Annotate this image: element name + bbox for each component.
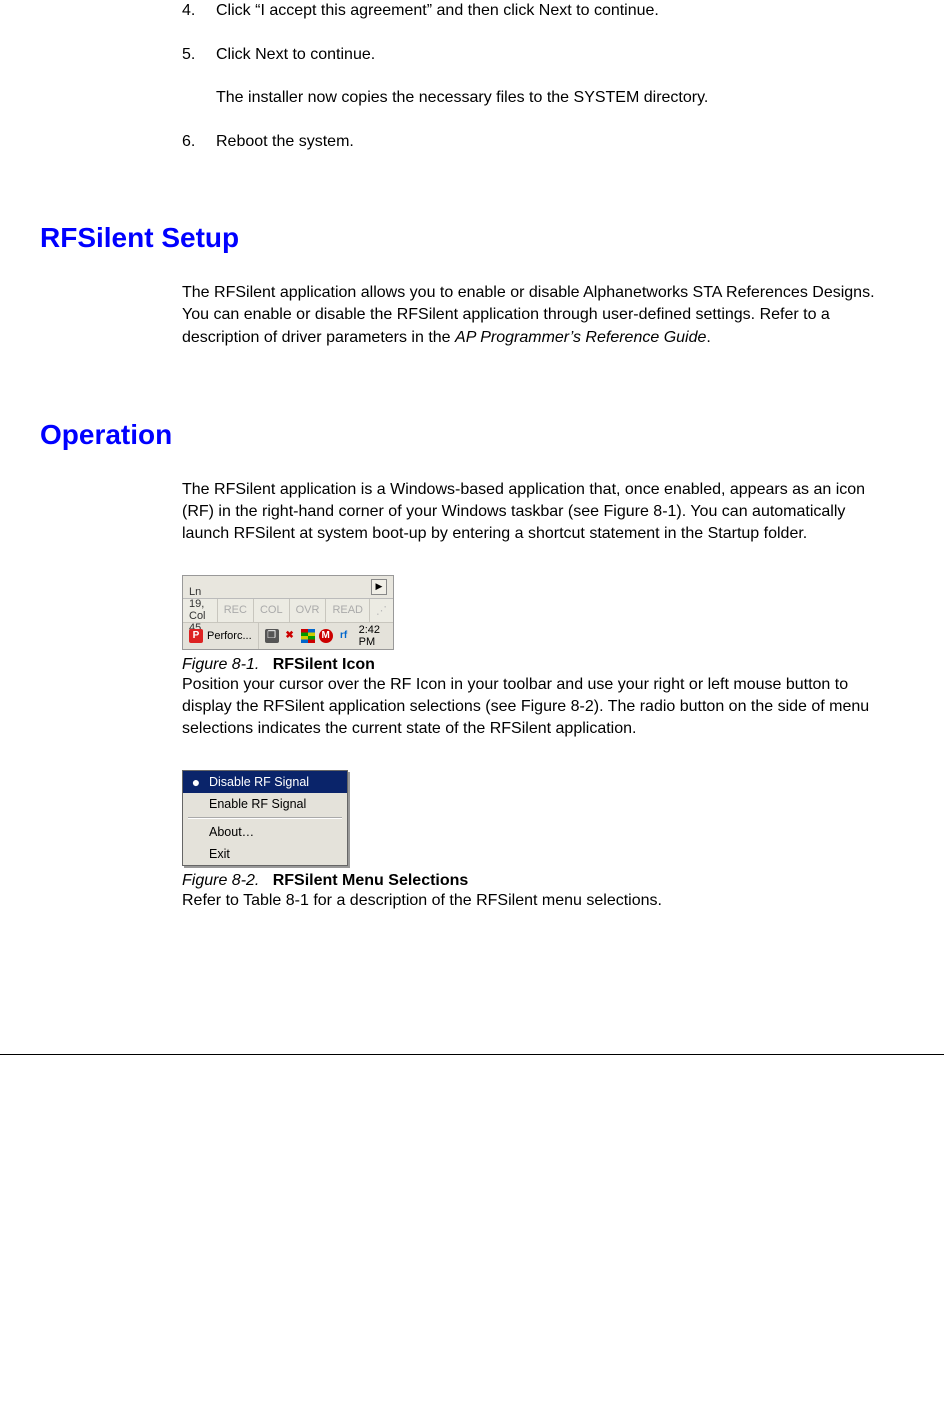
step-6-text: Reboot the system. bbox=[216, 131, 354, 153]
operation-paragraph-3: Refer to Table 8-1 for a description of … bbox=[182, 890, 894, 912]
menu-spacer-icon bbox=[189, 825, 203, 839]
tray-grid-icon[interactable] bbox=[301, 629, 315, 643]
menu-item-about[interactable]: About… bbox=[183, 821, 347, 843]
operation-paragraph-1: The RFSilent application is a Windows-ba… bbox=[182, 479, 894, 545]
heading-operation: Operation bbox=[40, 419, 904, 451]
step-5-extra: The installer now copies the necessary f… bbox=[216, 87, 894, 109]
statusbar-row: Ln 19, Col 45 REC COL OVR READ ⋰ bbox=[183, 599, 393, 623]
tray-rf-icon[interactable]: rf bbox=[337, 629, 351, 643]
radio-selected-icon: ● bbox=[189, 775, 203, 789]
menu-separator bbox=[188, 817, 342, 819]
taskbar-top-row: ▶ bbox=[183, 576, 393, 599]
menu-item-enable-rf[interactable]: Enable RF Signal bbox=[183, 793, 347, 815]
menu-item-label: About… bbox=[209, 825, 254, 839]
step-6-number: 6. bbox=[182, 131, 216, 153]
figure-8-2: ● Disable RF Signal Enable RF Signal Abo… bbox=[182, 770, 894, 890]
heading-rfsilent-setup: RFSilent Setup bbox=[40, 222, 904, 254]
taskbar-row: P Perforc... ❐ ✖ M rf 2:42 PM bbox=[183, 623, 393, 649]
taskbar-clock: 2:42 PM bbox=[351, 624, 393, 648]
figure-8-1-caption: Figure 8-1. RFSilent Icon bbox=[182, 656, 894, 674]
step-4-text: Click “I accept this agreement” and then… bbox=[216, 0, 659, 22]
scroll-arrow-icon: ▶ bbox=[371, 579, 387, 595]
figure-8-1-title: RFSilent Icon bbox=[273, 656, 375, 673]
menu-item-label: Disable RF Signal bbox=[209, 775, 309, 789]
status-read: READ bbox=[326, 599, 370, 622]
ap-programmers-reference-guide: AP Programmer’s Reference Guide bbox=[455, 329, 706, 346]
rfsilent-setup-paragraph: The RFSilent application allows you to e… bbox=[182, 282, 894, 348]
resize-grip-icon: ⋰ bbox=[370, 599, 393, 622]
tray-m-icon[interactable]: M bbox=[319, 629, 333, 643]
step-5-number: 5. bbox=[182, 44, 216, 66]
figure-8-2-title: RFSilent Menu Selections bbox=[273, 872, 469, 889]
menu-item-disable-rf[interactable]: ● Disable RF Signal bbox=[183, 771, 347, 793]
taskbar-item-perforce[interactable]: P Perforc... bbox=[183, 623, 259, 649]
status-ovr: OVR bbox=[290, 599, 327, 622]
menu-item-exit[interactable]: Exit bbox=[183, 843, 347, 865]
step-5-text: Click Next to continue. bbox=[216, 44, 375, 66]
radio-unselected-icon bbox=[189, 797, 203, 811]
taskbar-item-label: Perforc... bbox=[207, 630, 252, 642]
system-tray: ❐ ✖ M rf bbox=[259, 629, 351, 643]
menu-item-label: Enable RF Signal bbox=[209, 797, 306, 811]
page-footer-rule bbox=[0, 1054, 944, 1055]
menu-spacer-icon bbox=[189, 847, 203, 861]
rfsilent-setup-text-after: . bbox=[706, 329, 710, 346]
step-5: 5. Click Next to continue. bbox=[182, 44, 894, 66]
step-4-number: 4. bbox=[182, 0, 216, 22]
step-4: 4. Click “I accept this agreement” and t… bbox=[182, 0, 894, 22]
tray-app-icon[interactable]: ❐ bbox=[265, 629, 279, 643]
operation-paragraph-2: Position your cursor over the RF Icon in… bbox=[182, 674, 894, 740]
context-menu-mock: ● Disable RF Signal Enable RF Signal Abo… bbox=[182, 770, 348, 866]
step-6: 6. Reboot the system. bbox=[182, 131, 894, 153]
status-rec: REC bbox=[218, 599, 254, 622]
menu-item-label: Exit bbox=[209, 847, 230, 861]
status-cursor-position: Ln 19, Col 45 bbox=[183, 599, 218, 622]
taskbar-mock: ▶ Ln 19, Col 45 REC COL OVR READ ⋰ P Per… bbox=[182, 575, 394, 650]
status-col: COL bbox=[254, 599, 290, 622]
figure-8-2-caption: Figure 8-2. RFSilent Menu Selections bbox=[182, 872, 894, 890]
figure-8-2-label: Figure 8-2. bbox=[182, 872, 259, 889]
figure-8-1-label: Figure 8-1. bbox=[182, 656, 259, 673]
figure-8-1: ▶ Ln 19, Col 45 REC COL OVR READ ⋰ P Per… bbox=[182, 575, 894, 674]
tray-shield-icon[interactable]: ✖ bbox=[283, 629, 297, 643]
perforce-icon: P bbox=[189, 629, 203, 643]
